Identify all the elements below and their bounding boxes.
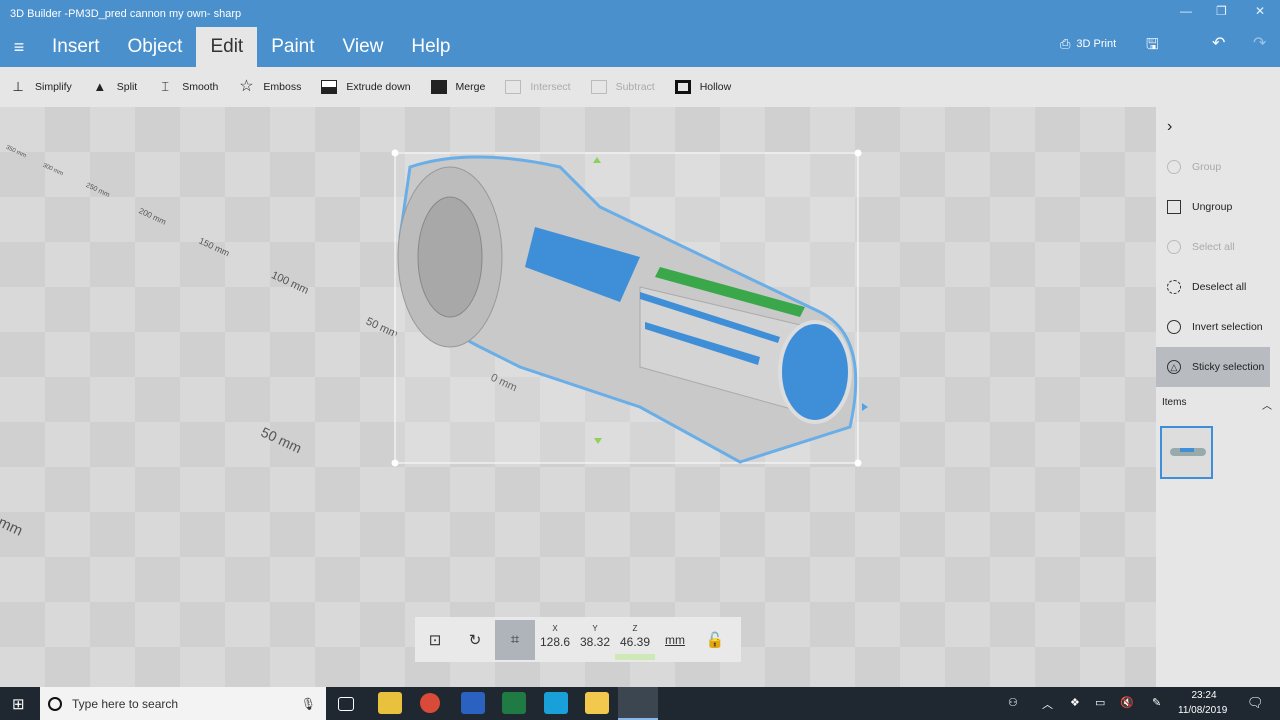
intersect-icon: [505, 80, 522, 94]
select-all-button[interactable]: Select all: [1156, 227, 1280, 267]
move-handle: [862, 403, 868, 411]
resize-handle: [391, 149, 399, 157]
deselect-all-icon: [1167, 280, 1181, 294]
search-box[interactable]: Type here to search 🎙: [40, 687, 326, 720]
rotate-icon[interactable]: ↻: [455, 620, 495, 660]
cannon-model[interactable]: [0, 107, 1156, 687]
people-icon[interactable]: ⚇: [1008, 696, 1018, 709]
cortana-icon: [48, 696, 62, 711]
tab-edit[interactable]: Edit: [196, 27, 258, 67]
item-thumbnail[interactable]: [1160, 426, 1213, 479]
dimension-z[interactable]: Z 46.39: [615, 619, 655, 660]
invert-selection-button[interactable]: Invert selection: [1156, 307, 1280, 347]
3d-builder-taskbar-icon[interactable]: [618, 687, 658, 720]
emboss-button[interactable]: ☆ Emboss: [238, 78, 301, 95]
extrude-down-icon: [321, 80, 338, 94]
invert-selection-icon: [1167, 320, 1181, 334]
cura-icon[interactable]: [544, 692, 568, 714]
excel-icon[interactable]: [502, 692, 526, 714]
chevron-up-icon: ︿: [1262, 401, 1272, 412]
undo-icon[interactable]: ↶: [1212, 33, 1225, 53]
printer-icon: ⎙: [1060, 36, 1071, 51]
clock-time[interactable]: 23:24: [1181, 690, 1227, 701]
merge-icon: [430, 80, 447, 94]
file-explorer-icon[interactable]: [585, 692, 609, 714]
group-button[interactable]: Group: [1156, 147, 1280, 187]
maximize-button[interactable]: ❐: [1216, 4, 1227, 18]
intersect-button[interactable]: Intersect: [505, 80, 571, 94]
simplify-icon: ⊥: [12, 79, 24, 94]
tab-insert[interactable]: Insert: [38, 27, 114, 67]
tab-object[interactable]: Object: [114, 27, 197, 67]
split-button[interactable]: ▲ Split: [92, 80, 137, 94]
clock-date[interactable]: 11/08/2019: [1178, 705, 1227, 716]
3d-viewport[interactable]: 50 mm 0 mm 50 mm 100 mm 150 mm 200 mm 25…: [0, 107, 1156, 687]
window-title: 3D Builder -PM3D_pred cannon my own- sha…: [10, 8, 242, 20]
volume-muted-icon[interactable]: 🔇: [1120, 696, 1134, 709]
task-view-icon[interactable]: [338, 697, 354, 711]
hamburger-menu-icon[interactable]: ≡: [0, 37, 38, 58]
ungroup-icon: [1167, 200, 1181, 214]
close-button[interactable]: ✕: [1255, 4, 1265, 18]
dimension-y[interactable]: Y 38.32: [575, 620, 615, 660]
split-icon: ▲: [93, 79, 107, 94]
hollow-icon: [674, 80, 691, 94]
microphone-icon[interactable]: 🎙: [301, 697, 316, 711]
simplify-button[interactable]: ⊥ Simplify: [10, 79, 71, 94]
resize-handle: [854, 459, 862, 467]
extrude-down-button[interactable]: Extrude down: [321, 80, 411, 94]
store-icon[interactable]: [378, 692, 402, 714]
redo-icon[interactable]: ↷: [1253, 33, 1266, 53]
side-panel: › Group Ungroup Select all Deselect all …: [1156, 107, 1280, 687]
dropbox-icon[interactable]: ❖: [1070, 696, 1080, 709]
chrome-icon[interactable]: [420, 693, 440, 713]
minimize-button[interactable]: —: [1180, 4, 1192, 18]
tab-help[interactable]: Help: [397, 27, 464, 67]
lock-icon[interactable]: 🔓: [695, 620, 735, 660]
unit-selector[interactable]: mm: [655, 620, 695, 660]
tab-paint[interactable]: Paint: [257, 27, 328, 67]
resize-handle: [391, 459, 399, 467]
merge-button[interactable]: Merge: [430, 80, 485, 94]
subtract-icon: [590, 80, 607, 94]
save-icon[interactable]: 🖫: [1146, 34, 1159, 59]
collapse-panel-chevron-icon[interactable]: ›: [1156, 107, 1280, 147]
menu-bar: ≡ Insert Object Edit Paint View Help: [0, 27, 464, 67]
transform-toolbar: ⊡ ↻ ⌗ X 128.6 Y 38.32 Z 46.39 mm 🔓: [415, 617, 741, 662]
scale-icon[interactable]: ⌗: [495, 619, 535, 660]
dimension-x[interactable]: X 128.6: [535, 620, 575, 660]
subtract-button[interactable]: Subtract: [590, 80, 655, 94]
hollow-button[interactable]: Hollow: [674, 80, 731, 94]
resize-handle: [854, 149, 862, 157]
ungroup-button[interactable]: Ungroup: [1156, 187, 1280, 227]
show-hidden-icons-chevron[interactable]: ︿: [1042, 696, 1053, 712]
drop-to-floor-icon[interactable]: ⊡: [415, 620, 455, 660]
notifications-icon[interactable]: 🗨: [1247, 695, 1264, 711]
smooth-icon: ⌶: [161, 79, 170, 94]
model-barrel-opening: [778, 320, 852, 424]
sticky-selection-button[interactable]: △ Sticky selection: [1156, 347, 1270, 387]
star-icon: ☆: [239, 78, 254, 95]
word-icon[interactable]: [461, 692, 485, 714]
smooth-button[interactable]: ⌶ Smooth: [157, 80, 218, 94]
items-header[interactable]: Items ︿: [1156, 387, 1280, 412]
group-icon: [1167, 160, 1181, 174]
select-all-icon: [1167, 240, 1181, 254]
battery-icon[interactable]: ▭: [1095, 696, 1105, 709]
taskbar: ⊞ Type here to search 🎙 ⚇ ︿ ❖ ▭ 🔇 ✎ 23:2…: [0, 687, 1280, 720]
pen-icon[interactable]: ✎: [1152, 696, 1161, 709]
3d-print-button[interactable]: ⎙ 3D Print: [1060, 36, 1116, 52]
title-bar: 3D Builder -PM3D_pred cannon my own- sha…: [0, 0, 1280, 67]
windows-start-icon[interactable]: ⊞: [12, 695, 25, 713]
deselect-all-button[interactable]: Deselect all: [1156, 267, 1280, 307]
sticky-selection-icon: △: [1167, 360, 1181, 374]
edit-ribbon: ⊥ Simplify ▲ Split ⌶ Smooth ☆ Emboss Extrude…: [0, 67, 1280, 107]
tab-view[interactable]: View: [329, 27, 398, 67]
